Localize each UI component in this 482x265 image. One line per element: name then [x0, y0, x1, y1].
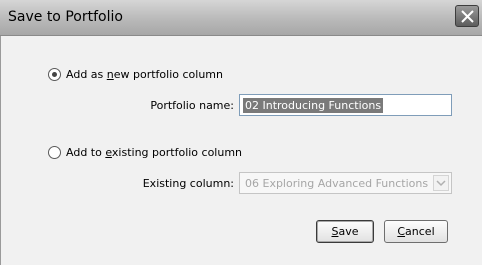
existing-column-select[interactable]: 06 Exploring Advanced Functions	[239, 172, 452, 194]
dialog-body: Add as new portfolio column Portfolio na…	[0, 36, 482, 265]
radio-new-column-label: Add as new portfolio column	[66, 68, 223, 81]
radio-add-new-column[interactable]: Add as new portfolio column	[48, 68, 223, 81]
close-button[interactable]	[455, 5, 479, 27]
radio-existing-column-indicator[interactable]	[48, 146, 61, 159]
cancel-button[interactable]: Cancel	[384, 220, 448, 243]
existing-column-label: Existing column:	[142, 177, 234, 190]
radio-add-existing-column[interactable]: Add to existing portfolio column	[48, 146, 242, 159]
save-button[interactable]: Save	[316, 220, 374, 243]
portfolio-name-input[interactable]: 02 Introducing Functions	[239, 94, 452, 116]
portfolio-name-label: Portfolio name:	[150, 99, 234, 112]
chevron-down-icon	[436, 180, 446, 187]
radio-existing-column-label: Add to existing portfolio column	[66, 146, 243, 159]
radio-new-column-indicator[interactable]	[48, 68, 61, 81]
close-icon	[461, 10, 474, 23]
title-bar: Save to Portfolio	[0, 0, 482, 36]
portfolio-name-value: 02 Introducing Functions	[243, 98, 384, 113]
save-to-portfolio-dialog: Save to Portfolio Add as new portfolio c…	[0, 0, 482, 265]
dialog-title: Save to Portfolio	[8, 9, 123, 25]
existing-column-value: 06 Exploring Advanced Functions	[245, 177, 429, 190]
dropdown-arrow[interactable]	[433, 175, 449, 191]
